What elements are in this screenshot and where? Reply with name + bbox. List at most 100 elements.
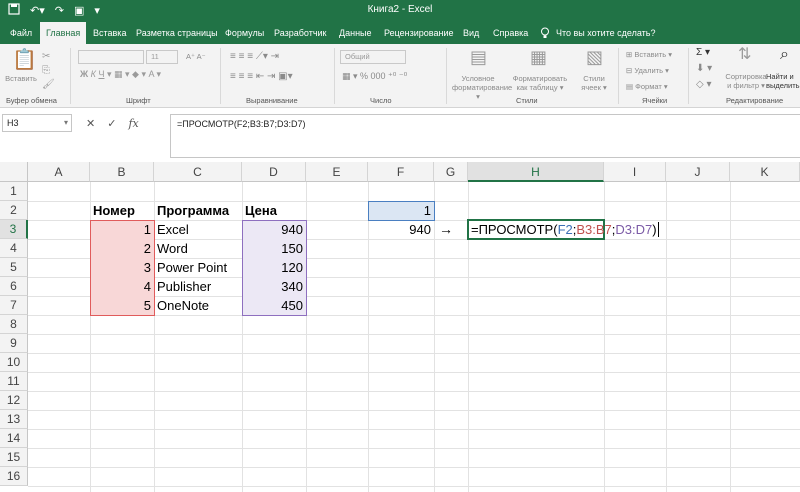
tab-page-layout[interactable]: Разметка страницы	[130, 22, 224, 44]
format-cells-button[interactable]: ▤ Формат ▾	[626, 82, 668, 91]
row-header-11[interactable]: 11	[0, 372, 28, 391]
grow-font-icon[interactable]: A⁺ A⁻	[186, 52, 206, 61]
paste-icon[interactable]: 📋	[12, 50, 37, 70]
row-header-12[interactable]: 12	[0, 391, 28, 410]
row-header-15[interactable]: 15	[0, 448, 28, 467]
tab-view[interactable]: Вид	[457, 22, 485, 44]
cell-b4[interactable]: 2	[91, 239, 154, 258]
select-all-corner[interactable]	[0, 162, 28, 182]
tab-home[interactable]: Главная	[40, 22, 87, 44]
cell-d4[interactable]: 150	[243, 239, 306, 258]
cell-d7[interactable]: 450	[243, 296, 306, 315]
percent-icon[interactable]: ▦ ▾ % 000 ⁺⁰ ⁻⁰	[342, 72, 407, 81]
cell-b6[interactable]: 4	[91, 277, 154, 296]
row-header-6[interactable]: 6	[0, 277, 28, 296]
row-header-9[interactable]: 9	[0, 334, 28, 353]
cell-h3-formula[interactable]: =ПРОСМОТР(F2;B3:B7;D3:D7)	[469, 220, 669, 239]
row-header-3[interactable]: 3	[0, 220, 28, 239]
cell-d3[interactable]: 940	[243, 220, 306, 239]
name-box[interactable]: H3	[2, 114, 72, 132]
col-header-a[interactable]: A	[28, 162, 90, 182]
col-header-k[interactable]: K	[730, 162, 800, 182]
format-painter-icon[interactable]: 🖌	[42, 78, 55, 92]
tell-me-box[interactable]: Что вы хотите сделать?	[540, 22, 656, 44]
group-clipboard-label: Буфер обмена	[6, 96, 57, 105]
col-header-d[interactable]: D	[242, 162, 306, 182]
tab-file[interactable]: Файл	[4, 22, 38, 44]
conditional-format-icon[interactable]: ▤	[470, 48, 487, 66]
row-header-2[interactable]: 2	[0, 201, 28, 220]
tab-data[interactable]: Данные	[333, 22, 378, 44]
row-header-13[interactable]: 13	[0, 410, 28, 429]
tab-developer[interactable]: Разработчик	[268, 22, 332, 44]
tab-help[interactable]: Справка	[487, 22, 534, 44]
cell-c7[interactable]: OneNote	[155, 296, 242, 315]
row-header-16[interactable]: 16	[0, 467, 28, 486]
col-header-i[interactable]: I	[604, 162, 666, 182]
row-header-1[interactable]: 1	[0, 182, 28, 201]
cell-c4[interactable]: Word	[155, 239, 242, 258]
copy-icon[interactable]: ⎘	[42, 64, 50, 78]
cell-b7[interactable]: 5	[91, 296, 154, 315]
row-header-7[interactable]: 7	[0, 296, 28, 315]
group-font-label: Шрифт	[126, 96, 151, 105]
cell-d2[interactable]: Цена	[243, 201, 306, 220]
bold-icon[interactable]: Ж К Ч ▾ ▦ ▾ ◆ ▾ A ▾	[80, 70, 161, 79]
find-icon[interactable]: ⌕	[780, 47, 789, 63]
cell-f2[interactable]: 1	[369, 201, 434, 220]
cell-d5[interactable]: 120	[243, 258, 306, 277]
name-box-dropdown-icon[interactable]: ▾	[64, 118, 68, 127]
font-size-box[interactable]: 11	[146, 50, 178, 64]
cut-icon[interactable]: ✂	[42, 50, 50, 64]
insert-cells-button[interactable]: ⊞ Вставить ▾	[626, 50, 672, 59]
cell-styles-icon[interactable]: ▧	[586, 48, 603, 66]
row-header-14[interactable]: 14	[0, 429, 28, 448]
col-header-e[interactable]: E	[306, 162, 368, 182]
fill-icon[interactable]: ⬇ ▾	[696, 64, 712, 74]
col-header-f[interactable]: F	[368, 162, 434, 182]
sort-filter-icon[interactable]: ⇅	[738, 47, 751, 63]
enter-icon[interactable]: ✓	[107, 117, 116, 130]
number-format-box[interactable]: Общий	[340, 50, 406, 64]
find-select-button[interactable]: Найти и выделить	[766, 72, 800, 90]
format-as-table-button[interactable]: Форматировать как таблицу ▾	[510, 74, 570, 92]
row-header-10[interactable]: 10	[0, 353, 28, 372]
col-header-c[interactable]: C	[154, 162, 242, 182]
cell-b2[interactable]: Номер	[91, 201, 154, 220]
insert-function-icon[interactable]: fx	[128, 117, 138, 130]
cell-b5[interactable]: 3	[91, 258, 154, 277]
autosum-icon[interactable]: Σ ▾	[696, 48, 710, 58]
paste-button[interactable]: Вставить	[4, 74, 38, 83]
cell-b3[interactable]: 1	[91, 220, 154, 239]
format-table-icon[interactable]: ▦	[530, 48, 547, 66]
cell-c3[interactable]: Excel	[155, 220, 242, 239]
cell-f3[interactable]: 940	[369, 220, 434, 239]
align-left-icon[interactable]: ≡ ≡ ≡ ⇤ ⇥ ▣▾	[230, 72, 293, 82]
tab-formulas[interactable]: Формулы	[219, 22, 270, 44]
gridline	[28, 467, 800, 468]
gridline	[730, 182, 731, 492]
delete-cells-button[interactable]: ⊟ Удалить ▾	[626, 66, 669, 75]
row-header-8[interactable]: 8	[0, 315, 28, 334]
col-header-b[interactable]: B	[90, 162, 154, 182]
group-separator	[446, 48, 447, 104]
cell-styles-button[interactable]: Стили ячеек ▾	[576, 74, 612, 92]
cell-c5[interactable]: Power Point	[155, 258, 242, 277]
col-header-h[interactable]: H	[468, 162, 604, 182]
font-name-box[interactable]	[78, 50, 144, 64]
tab-review[interactable]: Рецензирование	[378, 22, 460, 44]
clear-icon[interactable]: ◇ ▾	[696, 80, 712, 90]
cancel-icon[interactable]: ✕	[86, 117, 95, 130]
cell-d6[interactable]: 340	[243, 277, 306, 296]
formula-input[interactable]: =ПРОСМОТР(F2;B3:B7;D3:D7)	[170, 114, 800, 158]
align-top-icon[interactable]: ≡ ≡ ≡ ⟋▾ ⇥	[230, 52, 279, 62]
row-header-4[interactable]: 4	[0, 239, 28, 258]
tab-insert[interactable]: Вставка	[87, 22, 132, 44]
conditional-format-button[interactable]: Условное форматирование ▾	[452, 74, 512, 101]
col-header-g[interactable]: G	[434, 162, 468, 182]
col-header-j[interactable]: J	[666, 162, 730, 182]
cell-c6[interactable]: Publisher	[155, 277, 242, 296]
row-header-5[interactable]: 5	[0, 258, 28, 277]
cell-g3-arrow[interactable]: →	[437, 220, 467, 239]
cell-c2[interactable]: Программа	[155, 201, 242, 220]
